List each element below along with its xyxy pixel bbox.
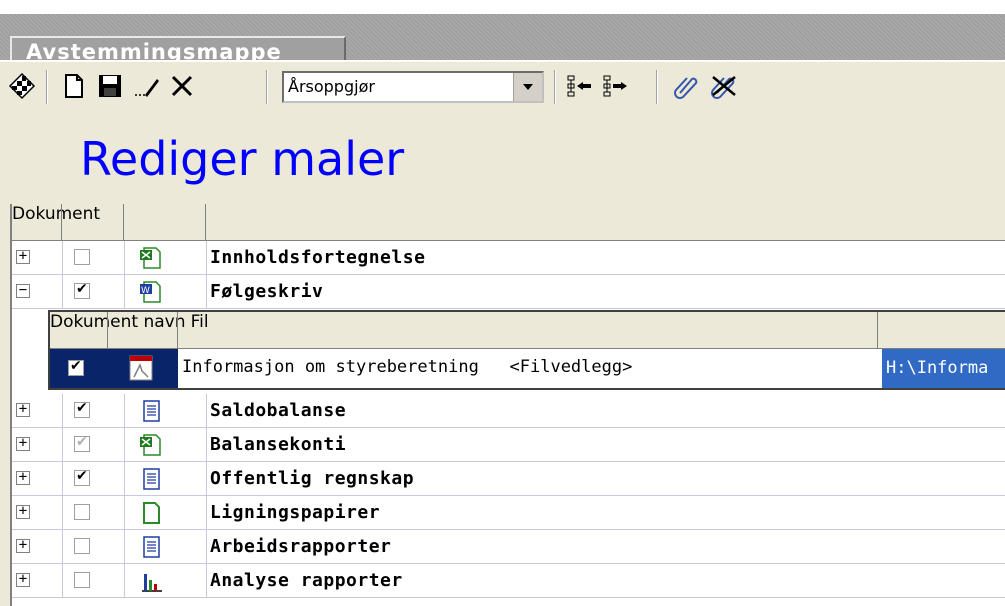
row-checkbox[interactable] — [74, 249, 90, 265]
expand-toggle[interactable]: + — [16, 504, 30, 519]
excel-doc-icon — [140, 247, 161, 269]
expand-toggle[interactable]: + — [16, 470, 30, 485]
row-checkbox[interactable] — [74, 538, 90, 554]
save-icon[interactable] — [92, 68, 128, 104]
template-select[interactable]: Årsoppgjør — [282, 71, 544, 103]
table-row[interactable]: + Ligningspapirer — [12, 496, 1005, 530]
app-window: Avstemmingsmappe Årsoppgjør Rediger male… — [0, 0, 1005, 606]
row-name: Følgeskriv — [210, 281, 324, 302]
expand-toggle[interactable]: + — [16, 249, 30, 264]
attachment-name: Informasjon om styreberetning <Filvedleg… — [182, 357, 633, 377]
delete-icon[interactable] — [164, 68, 200, 104]
checkered-flag-icon[interactable] — [4, 68, 40, 104]
page-title: Rediger maler — [80, 132, 405, 186]
row-name: Analyse rapporter — [210, 570, 403, 591]
attach-icon[interactable] — [668, 68, 704, 104]
subheader-cell-doc — [178, 312, 878, 348]
row-checkbox[interactable] — [74, 281, 90, 299]
move-left-icon[interactable] — [562, 68, 598, 104]
template-grid: Dokument + Innholdsfortegnelse − W Følge… — [10, 204, 1005, 606]
expand-toggle[interactable]: + — [16, 572, 30, 587]
attachment-row[interactable]: Informasjon om styreberetning <Filvedleg… — [50, 349, 1005, 388]
table-row[interactable]: + Saldobalanse — [12, 394, 1005, 428]
expand-toggle[interactable]: + — [16, 402, 30, 417]
attachment-checkbox[interactable] — [68, 358, 84, 376]
header-cell-check — [62, 204, 124, 240]
row-name: Innholdsfortegnelse — [210, 247, 426, 268]
grid-header: Dokument — [12, 204, 1005, 241]
table-row[interactable]: + Offentlig regnskap — [12, 462, 1005, 496]
move-right-icon[interactable] — [598, 68, 634, 104]
row-checkbox[interactable] — [74, 468, 90, 486]
table-row[interactable]: + Analyse rapporter — [12, 564, 1005, 598]
row-name: Saldobalanse — [210, 400, 347, 421]
report-doc-icon — [143, 536, 160, 558]
row-name: Balansekonti — [210, 434, 347, 455]
edit-icon[interactable] — [128, 68, 164, 104]
excel-doc-icon — [140, 434, 161, 456]
toolbar-separator — [46, 70, 48, 104]
table-row[interactable]: − W Følgeskriv — [12, 275, 1005, 309]
expand-toggle[interactable]: + — [16, 436, 30, 451]
row-name: Arbeidsrapporter — [210, 536, 392, 557]
row-name: Offentlig regnskap — [210, 468, 415, 489]
collapse-toggle[interactable]: − — [16, 283, 30, 298]
header-cell-icon — [124, 204, 206, 240]
header-cell-expander — [12, 204, 62, 240]
new-document-icon[interactable] — [56, 68, 92, 104]
template-select-value: Årsoppgjør — [288, 77, 375, 96]
attachment-subgrid: Dokument navn Fil Informasjon om styrebe… — [48, 310, 1005, 390]
toolbar-separator — [656, 70, 658, 104]
table-row[interactable]: + Innholdsfortegnelse — [12, 241, 1005, 275]
toolbar-separator — [266, 70, 268, 104]
expand-toggle[interactable]: + — [16, 538, 30, 553]
subheader-cell-check — [50, 312, 108, 348]
table-row[interactable]: + Balansekonti — [12, 428, 1005, 462]
row-checkbox[interactable] — [74, 400, 90, 418]
top-strip — [0, 0, 1005, 14]
report-doc-icon — [143, 400, 160, 422]
bar-chart-icon — [142, 574, 162, 592]
attachment-file-path[interactable]: H:\Informa — [882, 349, 1005, 388]
chevron-down-icon[interactable] — [513, 73, 542, 101]
row-name: Ligningspapirer — [210, 502, 381, 523]
toolbar-separator — [554, 70, 556, 104]
table-row[interactable]: + Arbeidsrapporter — [12, 530, 1005, 564]
row-checkbox[interactable] — [74, 504, 90, 520]
subgrid-header: Dokument navn Fil — [50, 312, 1005, 349]
blank-doc-icon — [143, 502, 160, 524]
pdf-doc-icon — [129, 355, 153, 381]
report-doc-icon — [143, 468, 160, 490]
detach-icon[interactable] — [706, 68, 742, 104]
svg-text:W: W — [141, 286, 150, 296]
row-checkbox[interactable] — [74, 434, 90, 452]
toolbar: Årsoppgjør — [0, 60, 1005, 112]
word-doc-icon: W — [140, 281, 161, 303]
title-bar: Avstemmingsmappe — [0, 14, 1005, 74]
row-checkbox[interactable] — [74, 572, 90, 588]
subheader-cell-icon — [108, 312, 178, 348]
page-heading-area: Rediger maler — [0, 112, 1005, 204]
